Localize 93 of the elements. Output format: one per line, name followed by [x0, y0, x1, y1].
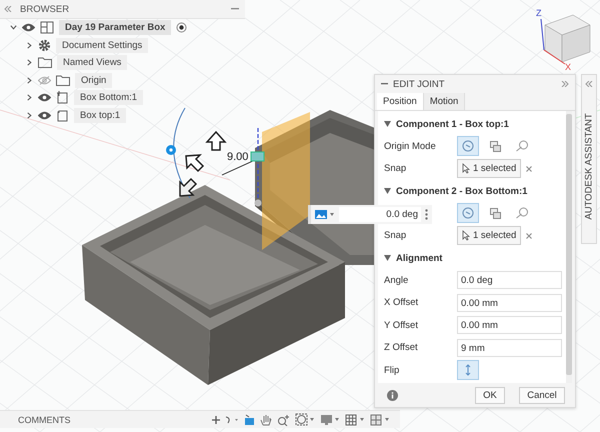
panel-title: COMMENTS [18, 414, 70, 424]
minimize-icon[interactable] [381, 83, 388, 85]
tree-item[interactable]: Origin [75, 72, 112, 88]
eye-icon[interactable] [22, 23, 35, 32]
zoom-icon[interactable] [277, 414, 290, 426]
tree-item[interactable]: Named Views [57, 55, 128, 70]
rotation-handle-icon[interactable] [166, 145, 176, 155]
field-label: Origin Mode [384, 140, 436, 152]
assistant-label: AUTODESK ASSISTANT [584, 113, 594, 220]
x-axis [544, 50, 566, 64]
input-field[interactable]: 0.00 mm [457, 294, 562, 312]
chevron-icon[interactable] [26, 94, 33, 102]
display-icon[interactable] [320, 414, 340, 426]
orbit-icon[interactable] [225, 414, 239, 424]
chevron-icon[interactable] [10, 24, 17, 32]
section-toggle-icon[interactable] [384, 121, 391, 127]
overlap-squares-icon [490, 140, 500, 152]
drag-handle-icon[interactable] [425, 209, 428, 220]
tree-item[interactable]: Document Settings [56, 38, 148, 53]
chevron-icon[interactable] [26, 59, 33, 66]
origin-mode-button[interactable] [457, 203, 479, 224]
info-icon[interactable] [387, 390, 398, 400]
fit-view-icon[interactable] [295, 413, 315, 426]
folder-icon [56, 74, 70, 86]
eye-icon[interactable] [38, 110, 51, 120]
assistant-tab[interactable]: AUTODESK ASSISTANT [581, 74, 597, 244]
tree-item[interactable]: Day 19 Parameter Box [59, 20, 172, 36]
origin-mode-button[interactable] [457, 136, 479, 156]
field-label: X Offset [384, 297, 418, 308]
section-title: Alignment [396, 252, 442, 264]
section-toggle-icon[interactable] [384, 255, 391, 261]
grid-icon[interactable] [345, 414, 365, 426]
field-label: Y Offset [384, 320, 418, 331]
panel-title: BROWSER [20, 4, 70, 14]
minimize-icon[interactable] [231, 8, 239, 10]
circle-icon [462, 140, 474, 152]
up-arrow-icon[interactable] [205, 130, 227, 151]
axis-label: Z [536, 8, 542, 18]
field-label: Snap [384, 163, 406, 174]
section-title: Component 1 - Box top:1 [396, 118, 509, 130]
overlap-squares-icon [490, 208, 500, 219]
field-label: Z Offset [384, 342, 418, 354]
diagonal-arrow-icon[interactable] [185, 154, 204, 172]
collapse-icon[interactable] [4, 6, 12, 12]
flip-button[interactable] [457, 360, 479, 380]
cursor-icon [462, 230, 470, 242]
component-icon [40, 21, 54, 34]
clear-icon[interactable] [526, 232, 532, 239]
input-field[interactable]: 0.00 mm [457, 316, 562, 334]
section-toggle-icon[interactable] [384, 188, 391, 194]
add-icon[interactable] [212, 416, 220, 424]
input-field[interactable]: 9 mm [457, 338, 562, 357]
dimension-value: 9.00 [227, 151, 248, 163]
angle-input[interactable]: 0.0 deg [339, 207, 421, 222]
field-label: Snap [384, 230, 406, 242]
dialog-button[interactable]: Cancel [519, 386, 565, 404]
magnifier-icon [516, 207, 528, 220]
eye-icon[interactable] [38, 93, 51, 102]
axis-label: X [565, 62, 572, 72]
gear-icon [38, 38, 51, 52]
joint-glyph-icon [250, 152, 264, 162]
collapse-icon [585, 81, 593, 87]
dialog-button[interactable]: OK [475, 386, 505, 404]
chevron-icon[interactable] [26, 112, 33, 119]
section-title: Component 2 - Box Bottom:1 [396, 186, 528, 196]
selection-button[interactable]: 1 selected [457, 226, 522, 246]
magnifier-icon [516, 140, 528, 152]
dialog-tab[interactable]: Motion [424, 93, 466, 110]
dialog-tab[interactable]: Position [377, 93, 424, 110]
field-label: Angle [384, 274, 408, 286]
dialog-title: EDIT JOINT [393, 78, 445, 90]
cursor-icon [462, 163, 470, 174]
dimension-line [222, 160, 262, 206]
active-radio-icon[interactable] [176, 22, 188, 34]
body-icon [56, 91, 69, 104]
tree-item[interactable]: Box top:1 [74, 108, 126, 123]
picture-icon[interactable] [315, 210, 335, 219]
field-label: Flip [384, 364, 400, 376]
diagonal-arrow-icon[interactable] [179, 178, 198, 197]
chevron-icon[interactable] [26, 76, 33, 84]
viewports-icon[interactable] [370, 414, 390, 426]
body-icon [56, 108, 69, 122]
pan-hand-icon[interactable] [260, 414, 272, 426]
selection-button[interactable]: 1 selected [457, 159, 522, 178]
tree-item[interactable]: Box Bottom:1 [74, 90, 144, 106]
joint-axis-line [257, 128, 259, 200]
chevron-icon[interactable] [26, 42, 33, 49]
z-axis [540, 18, 544, 50]
clear-icon[interactable] [526, 166, 532, 172]
folder-icon [38, 57, 52, 68]
circle-icon [462, 207, 474, 220]
input-field[interactable]: 0.0 deg [457, 271, 562, 290]
expand-icon[interactable] [561, 81, 569, 87]
